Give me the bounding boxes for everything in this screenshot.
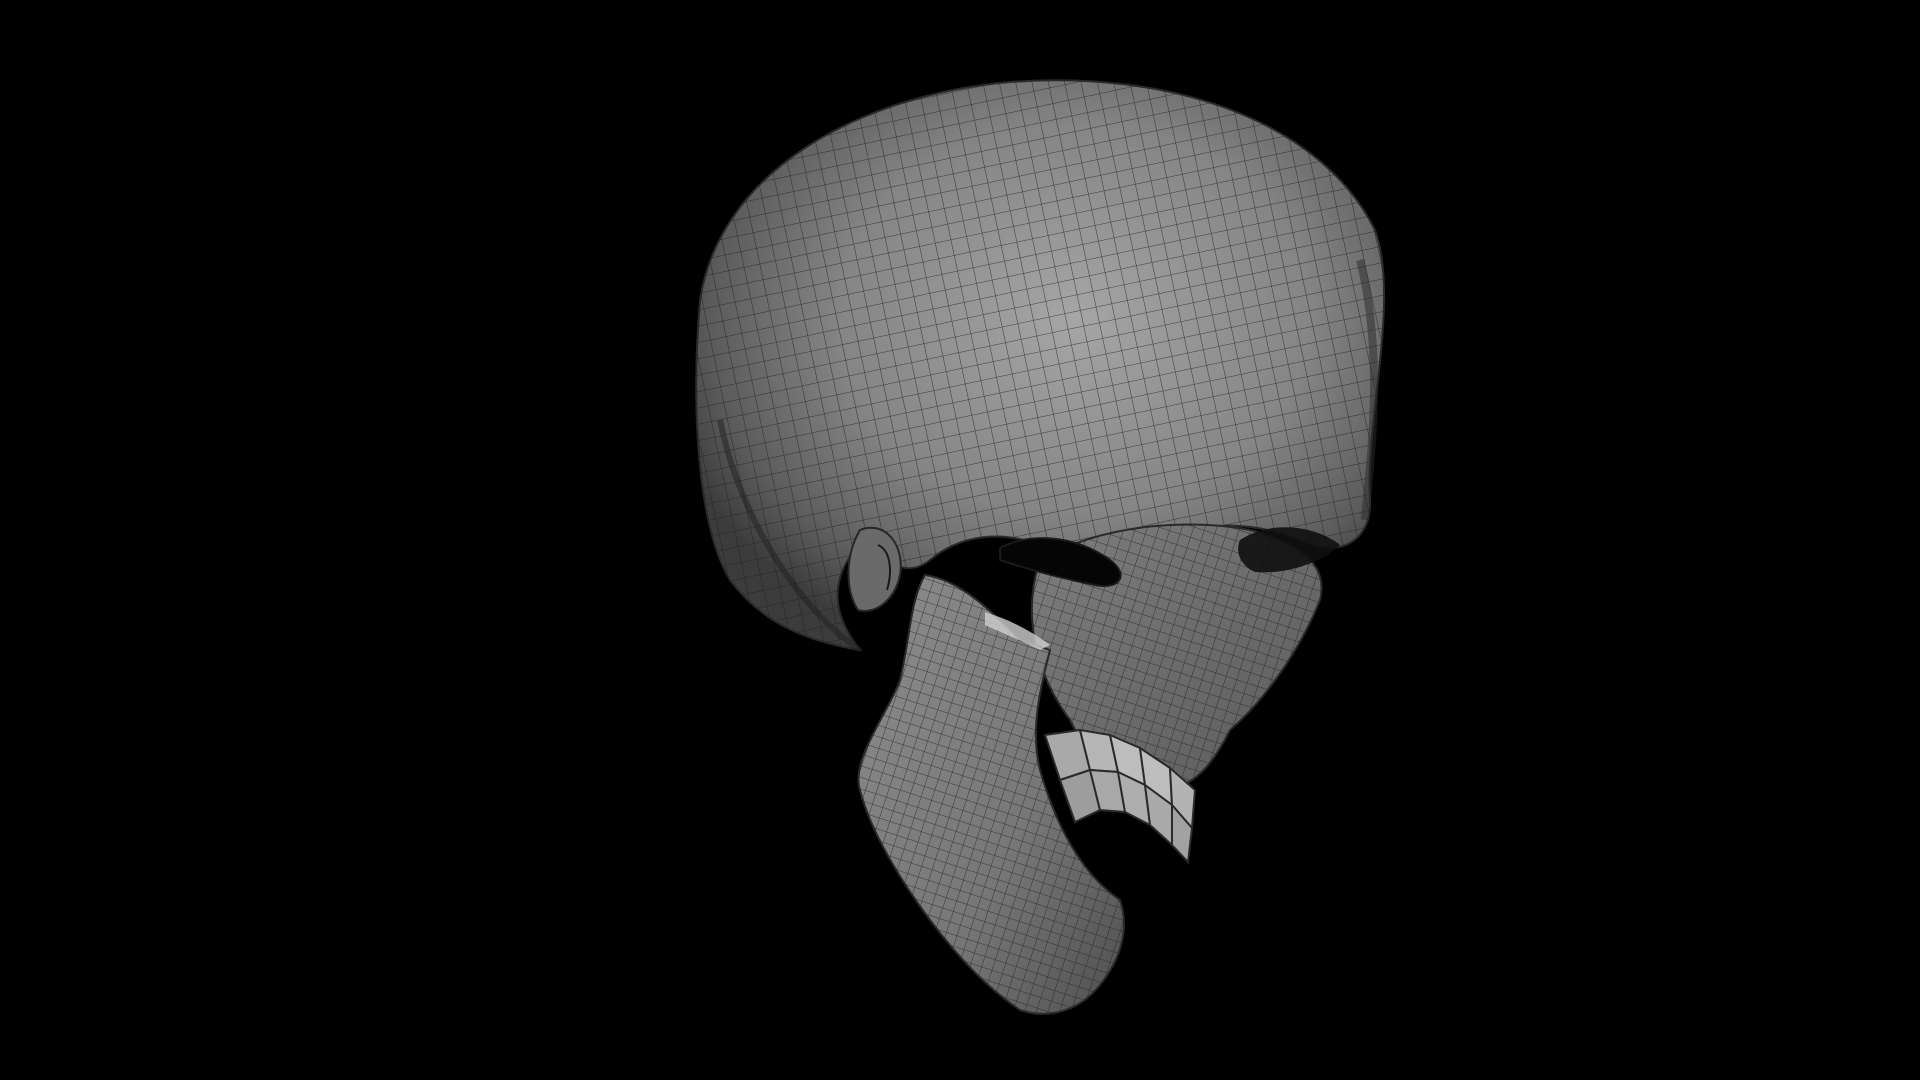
render-viewport [0, 0, 1920, 1080]
ear-notch [847, 526, 902, 612]
skull-render [695, 79, 1386, 1015]
